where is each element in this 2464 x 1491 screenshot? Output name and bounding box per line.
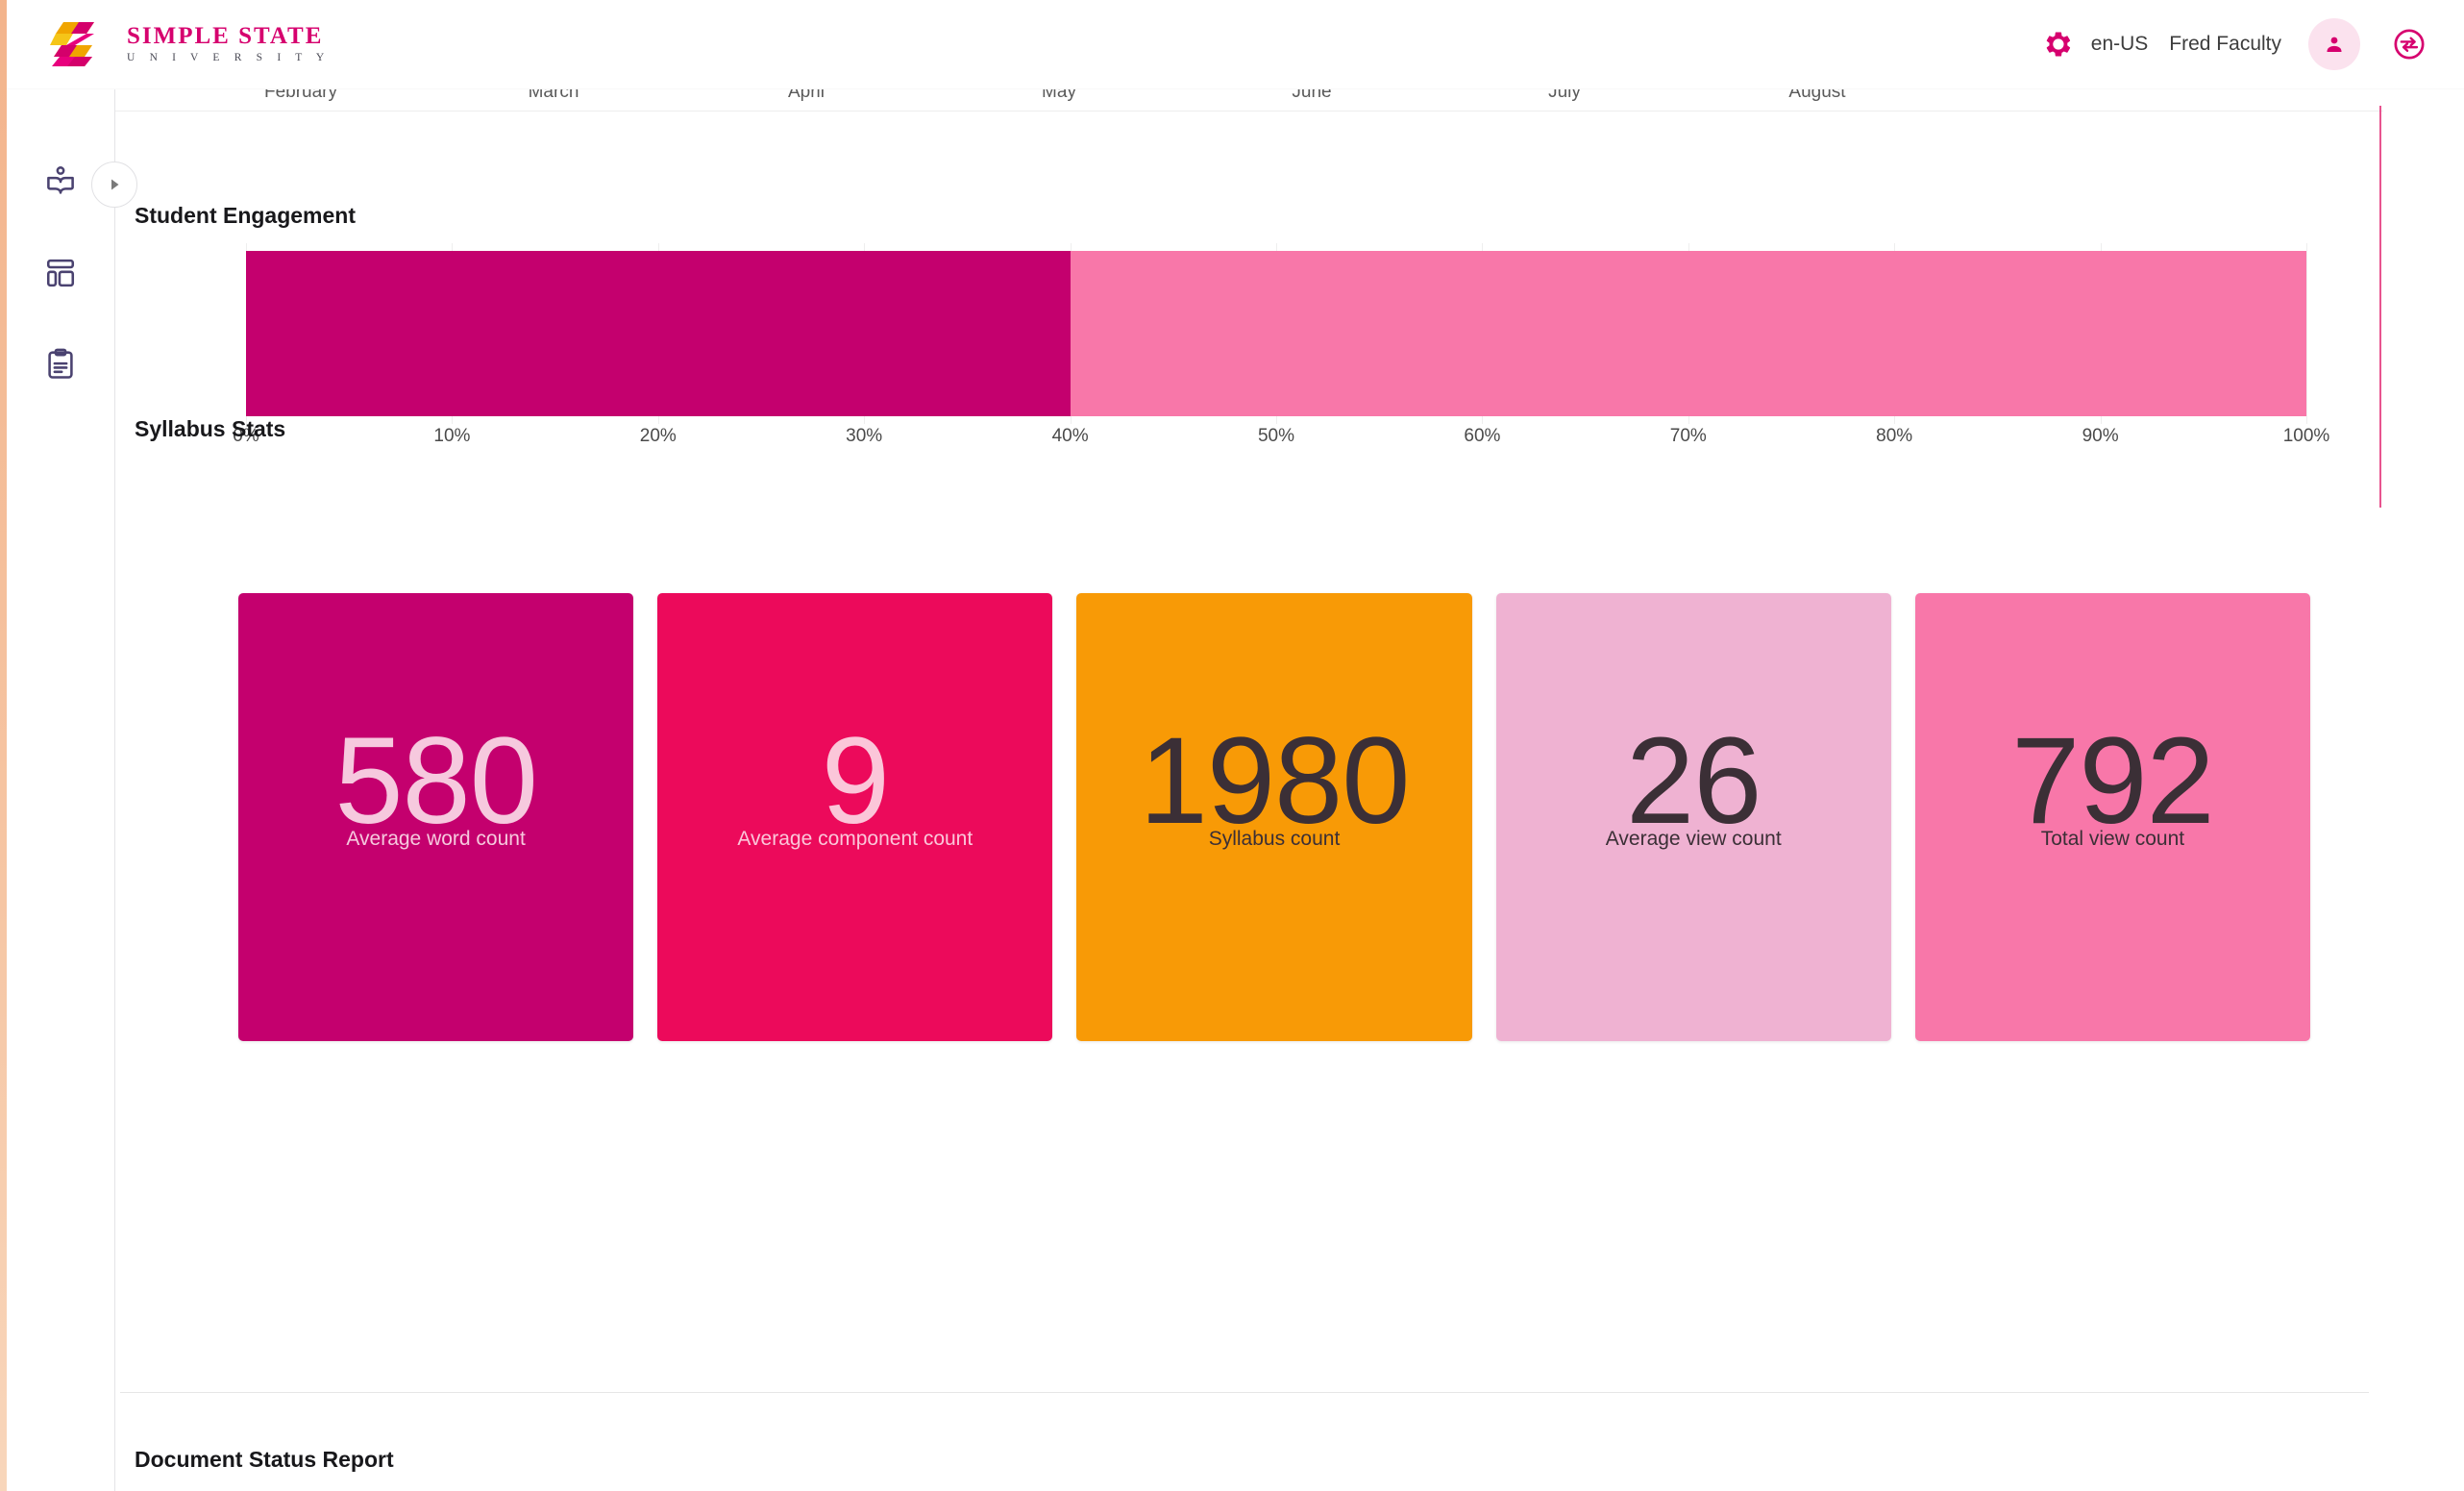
main-content: February March April May June July August Stud… bbox=[115, 89, 2464, 1491]
student-reader-icon bbox=[47, 166, 74, 194]
brand-name-main: SIMPLE STATE bbox=[127, 23, 324, 50]
percent-tick-label: 30% bbox=[846, 426, 883, 446]
student-engagement-title: Student Engagement bbox=[135, 203, 357, 228]
section-divider bbox=[120, 1392, 2369, 1393]
syllabus-stats-cards: 580 Average word count 9 Average component … bbox=[238, 593, 2311, 1041]
sidebar bbox=[7, 89, 115, 1491]
sidebar-item-students[interactable] bbox=[36, 157, 86, 207]
month-axis: February March April May June July August bbox=[115, 89, 2374, 111]
left-accent-strip bbox=[0, 0, 7, 1491]
stat-card-value: 792 bbox=[2011, 712, 2215, 850]
engagement-bar[interactable] bbox=[246, 251, 2306, 416]
swap-role-icon bbox=[2394, 29, 2425, 60]
user-name-label[interactable]: Fred Faculty bbox=[2169, 33, 2281, 56]
syllabus-stats-title: Syllabus Stats bbox=[135, 416, 286, 441]
user-avatar-icon bbox=[2327, 37, 2342, 52]
swap-role-button[interactable] bbox=[2389, 24, 2429, 64]
month-tick-label: February bbox=[263, 89, 338, 102]
scrollbar-indicator[interactable] bbox=[2379, 106, 2381, 508]
app-header: SIMPLE STATE U N I V E R S I T Y en-US F… bbox=[7, 0, 2464, 88]
engagement-percent-axis: 0% 10% 20% 30% 40% 50% 60% 70% 80% 90% 100% bbox=[233, 426, 2329, 455]
month-tick-label: March bbox=[528, 89, 579, 102]
brand-name-sub: U N I V E R S I T Y bbox=[127, 52, 331, 64]
stat-card-value: 9 bbox=[821, 712, 890, 850]
stat-card[interactable]: 1980 Syllabus count bbox=[1076, 593, 1472, 1041]
percent-tick-label: 90% bbox=[2082, 426, 2119, 446]
brand-logo[interactable]: SIMPLE STATE U N I V E R S I T Y bbox=[50, 20, 330, 68]
percent-tick-label: 20% bbox=[639, 426, 677, 446]
stat-card-label: Average component count bbox=[737, 828, 973, 850]
stat-card-label: Syllabus count bbox=[1208, 828, 1341, 850]
stat-card-label: Total view count bbox=[2040, 828, 2185, 850]
university-logo-icon bbox=[50, 22, 94, 66]
stat-card-label: Average view count bbox=[1605, 828, 1782, 850]
brand-wordmark: SIMPLE STATE U N I V E R S I T Y bbox=[127, 24, 330, 64]
clipboard-report-icon bbox=[48, 348, 73, 379]
settings-button[interactable] bbox=[2037, 23, 2080, 65]
month-tick-label: June bbox=[1292, 89, 1332, 102]
gridline bbox=[2306, 243, 2307, 424]
stat-card[interactable]: 792 Total view count bbox=[1914, 593, 2311, 1041]
engagement-bar-segment[interactable] bbox=[1070, 251, 2306, 416]
stat-card-value: 1980 bbox=[1139, 712, 1411, 850]
percent-tick-label: 60% bbox=[1464, 426, 1501, 446]
student-engagement-chart bbox=[246, 243, 2307, 424]
chart-top-rule bbox=[115, 111, 2383, 112]
stat-card[interactable]: 580 Average word count bbox=[238, 593, 634, 1041]
percent-tick-label: 40% bbox=[1051, 426, 1089, 446]
month-tick-label: July bbox=[1548, 89, 1581, 102]
stat-card[interactable]: 26 Average view count bbox=[1495, 593, 1891, 1041]
locale-selector[interactable]: en-US bbox=[2091, 33, 2149, 56]
month-tick-label: August bbox=[1788, 89, 1846, 102]
percent-tick-label: 50% bbox=[1257, 426, 1295, 446]
stat-card-label: Average word count bbox=[346, 828, 526, 850]
stat-card-value: 580 bbox=[334, 712, 538, 850]
stat-card[interactable]: 9 Average component count bbox=[657, 593, 1053, 1041]
engagement-bar-segment[interactable] bbox=[246, 251, 1071, 416]
percent-tick-label: 70% bbox=[1669, 426, 1707, 446]
sidebar-item-dashboard[interactable] bbox=[36, 248, 86, 298]
avatar[interactable] bbox=[2308, 18, 2360, 70]
dashboard-layout-icon bbox=[46, 259, 75, 287]
sidebar-item-reports[interactable] bbox=[36, 339, 86, 389]
gear-icon bbox=[2046, 32, 2070, 57]
percent-tick-label: 10% bbox=[433, 426, 471, 446]
percent-tick-label: 100% bbox=[2282, 426, 2330, 446]
month-tick-label: May bbox=[1042, 89, 1076, 102]
stat-card-value: 26 bbox=[1626, 712, 1762, 850]
expand-sidebar-icon bbox=[111, 179, 119, 190]
header-actions: en-US Fred Faculty bbox=[2037, 18, 2429, 70]
percent-tick-label: 80% bbox=[1876, 426, 1913, 446]
document-status-report-title: Document Status Report bbox=[135, 1447, 394, 1472]
expand-sidebar-button[interactable] bbox=[91, 162, 137, 208]
month-tick-label: April bbox=[787, 89, 825, 102]
